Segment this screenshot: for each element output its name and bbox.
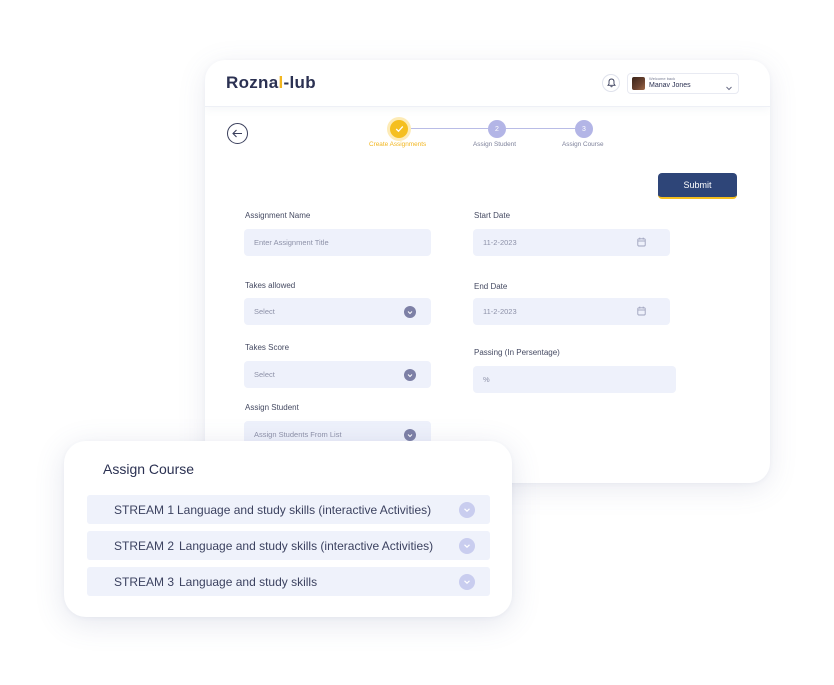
assign-student-value: Assign Students From List bbox=[254, 430, 342, 439]
takes-score-value: Select bbox=[254, 370, 275, 379]
assign-course-title: Assign Course bbox=[103, 461, 195, 477]
step-2-circle[interactable]: 2 bbox=[488, 120, 506, 138]
assignment-window: Roznal-lub Welcome back Manav Jones 2 3 … bbox=[205, 60, 770, 483]
passing-label: Passing (In Persentage) bbox=[474, 348, 560, 357]
passing-value: % bbox=[483, 375, 490, 384]
takes-score-select[interactable]: Select bbox=[244, 361, 431, 388]
notification-bell-icon[interactable] bbox=[602, 74, 620, 92]
stream-code: STREAM 2 bbox=[114, 539, 175, 553]
assignment-name-input[interactable]: Enter Assignment Title bbox=[244, 229, 431, 256]
stream-code: STREAM 1 bbox=[114, 503, 175, 517]
takes-allowed-label: Takes allowed bbox=[245, 281, 296, 290]
assignment-name-placeholder: Enter Assignment Title bbox=[254, 238, 329, 247]
stream-row-3[interactable]: STREAM 3 Language and study skills bbox=[87, 567, 490, 596]
step-connector bbox=[506, 128, 575, 129]
step-1-circle[interactable] bbox=[390, 120, 408, 138]
chevron-down-icon bbox=[404, 306, 416, 318]
takes-allowed-value: Select bbox=[254, 307, 275, 316]
assignment-name-label: Assignment Name bbox=[245, 211, 311, 220]
stream-name: Language and study skills (interactive A… bbox=[179, 539, 434, 553]
step-3-circle[interactable]: 3 bbox=[575, 120, 593, 138]
top-bar: Roznal-lub Welcome back Manav Jones bbox=[205, 60, 770, 107]
chevron-down-icon bbox=[404, 369, 416, 381]
chevron-down-icon bbox=[725, 79, 733, 97]
brand-logo[interactable]: Roznal-lub bbox=[226, 73, 316, 93]
step-1-label: Create Assignments bbox=[369, 141, 427, 148]
user-name: Manav Jones bbox=[649, 82, 691, 89]
end-date-label: End Date bbox=[474, 282, 508, 291]
arrow-left-icon bbox=[232, 129, 242, 138]
step-2-label: Assign Student bbox=[473, 141, 516, 148]
start-date-label: Start Date bbox=[474, 211, 511, 220]
end-date-input[interactable]: 11-2-2023 bbox=[473, 298, 670, 325]
start-date-input[interactable]: 11-2-2023 bbox=[473, 229, 670, 256]
user-menu[interactable]: Welcome back Manav Jones bbox=[627, 73, 739, 94]
step-connector bbox=[408, 128, 488, 129]
check-icon bbox=[395, 126, 403, 133]
chevron-down-icon[interactable] bbox=[459, 574, 475, 590]
stream-name: Language and study skills (interactive A… bbox=[177, 503, 432, 517]
welcome-text: Welcome back bbox=[649, 76, 676, 81]
submit-button[interactable]: Submit bbox=[658, 173, 737, 199]
back-button[interactable] bbox=[227, 123, 248, 144]
avatar bbox=[632, 77, 645, 90]
chevron-down-icon[interactable] bbox=[459, 538, 475, 554]
assign-course-card: Assign Course STREAM 1 Language and stud… bbox=[64, 441, 512, 617]
stream-row-2[interactable]: STREAM 2 Language and study skills (inte… bbox=[87, 531, 490, 560]
calendar-icon[interactable] bbox=[637, 306, 646, 318]
passing-input[interactable]: % bbox=[473, 366, 676, 393]
step-3-label: Assign Course bbox=[562, 141, 604, 148]
stream-code: STREAM 3 bbox=[114, 575, 175, 589]
assign-student-label: Assign Student bbox=[245, 403, 299, 412]
takes-score-label: Takes Score bbox=[245, 343, 290, 352]
stream-row-1[interactable]: STREAM 1 Language and study skills (inte… bbox=[87, 495, 490, 524]
end-date-value: 11-2-2023 bbox=[483, 307, 517, 316]
stream-name: Language and study skills bbox=[179, 575, 318, 589]
chevron-down-icon[interactable] bbox=[459, 502, 475, 518]
start-date-value: 11-2-2023 bbox=[483, 238, 517, 247]
calendar-icon[interactable] bbox=[637, 237, 646, 249]
takes-allowed-select[interactable]: Select bbox=[244, 298, 431, 325]
chevron-down-icon bbox=[404, 429, 416, 441]
